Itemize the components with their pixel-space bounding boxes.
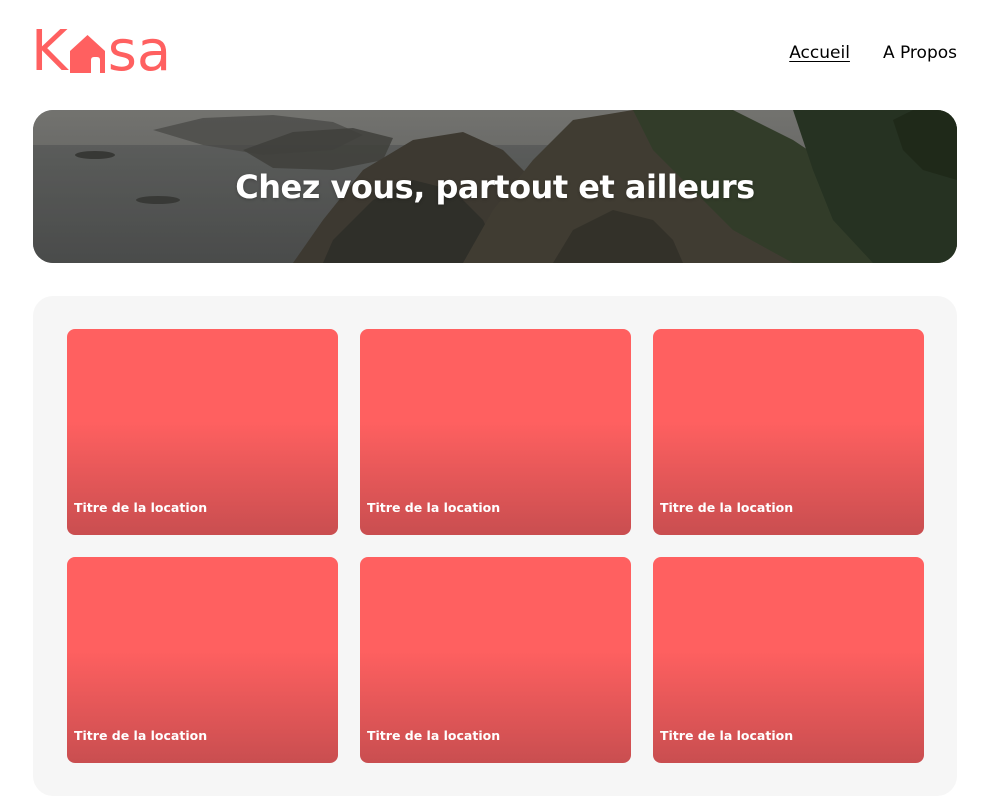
rental-card[interactable]: Titre de la location	[67, 329, 338, 535]
logo-letter-k: K	[31, 19, 68, 84]
rental-card[interactable]: Titre de la location	[360, 557, 631, 763]
banner-title: Chez vous, partout et ailleurs	[235, 167, 755, 206]
main-nav: Accueil A Propos	[789, 40, 957, 66]
nav-link-accueil[interactable]: Accueil	[789, 40, 850, 66]
rental-card-title: Titre de la location	[660, 728, 794, 743]
logo-letters-sa: sa	[107, 19, 172, 84]
rental-card[interactable]: Titre de la location	[653, 557, 924, 763]
rental-card-title: Titre de la location	[367, 500, 501, 515]
rental-card[interactable]: Titre de la location	[360, 329, 631, 535]
site-header: K sa Accueil A Propos	[0, 0, 987, 100]
rental-card[interactable]: Titre de la location	[67, 557, 338, 763]
house-icon	[69, 34, 106, 74]
rental-card[interactable]: Titre de la location	[653, 329, 924, 535]
hero-banner: Chez vous, partout et ailleurs	[33, 110, 957, 263]
rentals-grid: Titre de la location Titre de la locatio…	[67, 329, 924, 763]
rentals-gallery: Titre de la location Titre de la locatio…	[33, 296, 957, 796]
rental-card-title: Titre de la location	[74, 500, 208, 515]
nav-link-a-propos[interactable]: A Propos	[883, 40, 957, 66]
rental-card-title: Titre de la location	[367, 728, 501, 743]
kasa-logo[interactable]: K sa	[31, 24, 171, 80]
rental-card-title: Titre de la location	[74, 728, 208, 743]
rental-card-title: Titre de la location	[660, 500, 794, 515]
